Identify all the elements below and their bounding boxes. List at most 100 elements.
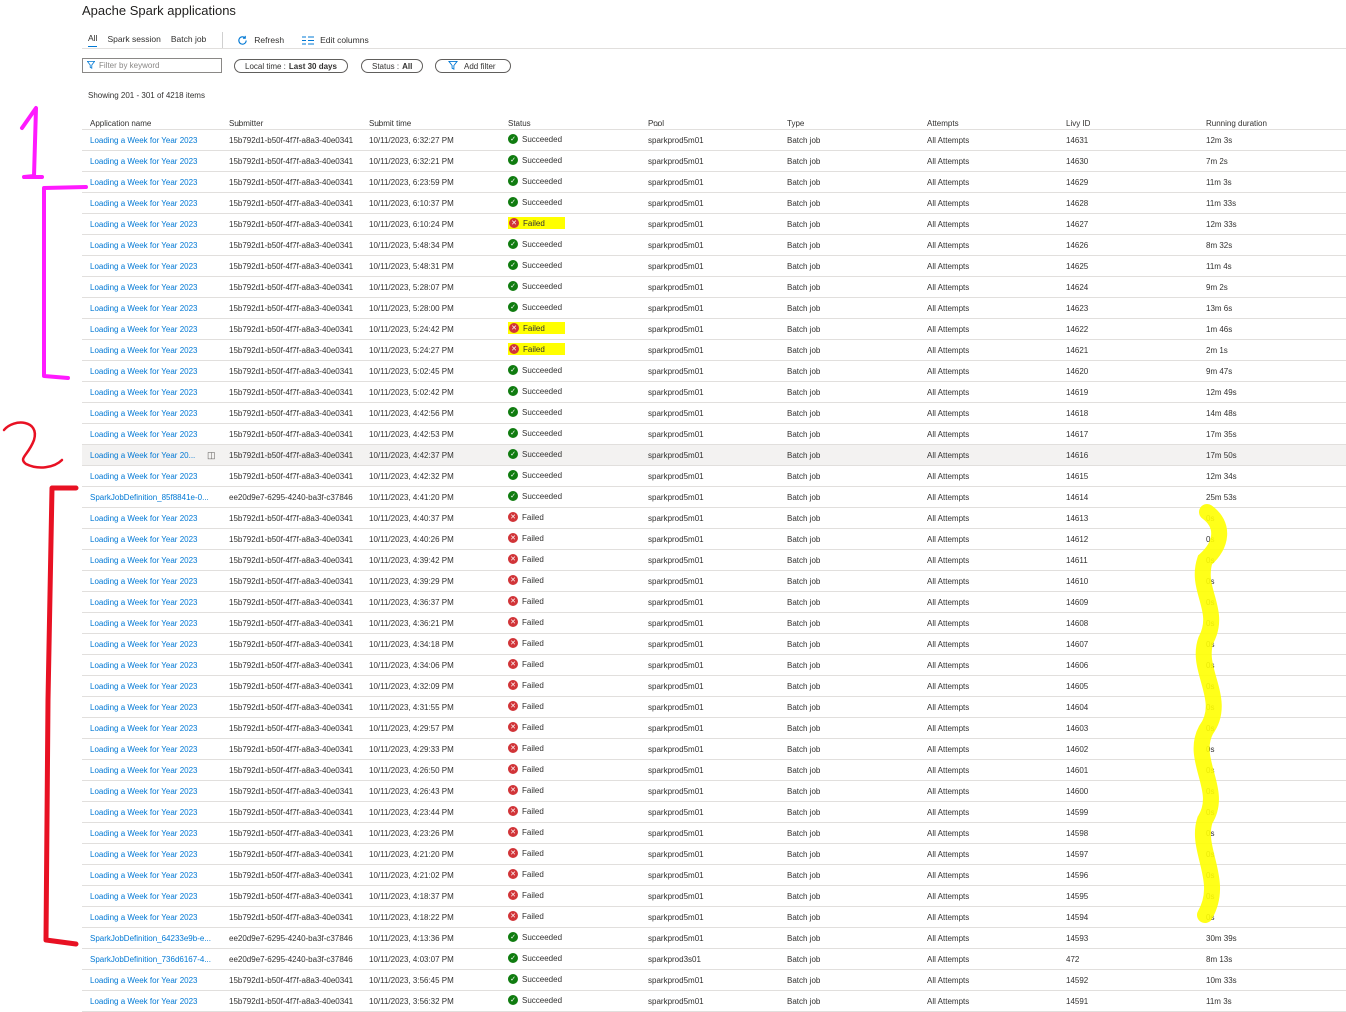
app-name-link[interactable]: Loading a Week for Year 2023 xyxy=(90,367,198,376)
table-row[interactable]: Loading a Week for Year 2023 15b792d1-b50… xyxy=(82,529,1346,550)
status-pill[interactable]: Status : All xyxy=(361,59,424,73)
table-row[interactable]: Loading a Week for Year 2023 15b792d1-b50… xyxy=(82,130,1346,151)
app-name-link[interactable]: Loading a Week for Year 2023 xyxy=(90,262,198,271)
table-row[interactable]: Loading a Week for Year 2023 15b792d1-b50… xyxy=(82,235,1346,256)
tab-spark-session[interactable]: Spark session xyxy=(107,34,160,47)
table-row[interactable]: Loading a Week for Year 2023 15b792d1-b50… xyxy=(82,424,1346,445)
app-name-link[interactable]: Loading a Week for Year 2023 xyxy=(90,472,198,481)
app-name-link[interactable]: Loading a Week for Year 2023 xyxy=(90,892,198,901)
success-icon: ✓ xyxy=(508,470,518,480)
app-name-link[interactable]: Loading a Week for Year 2023 xyxy=(90,577,198,586)
table-row[interactable]: Loading a Week for Year 2023 15b792d1-b50… xyxy=(82,403,1346,424)
tab-batch-job[interactable]: Batch job xyxy=(171,34,206,47)
table-row[interactable]: Loading a Week for Year 2023 15b792d1-b50… xyxy=(82,865,1346,886)
app-name-link[interactable]: Loading a Week for Year 2023 xyxy=(90,829,198,838)
refresh-button[interactable]: Refresh xyxy=(237,35,284,46)
app-name-link[interactable]: Loading a Week for Year 2023 xyxy=(90,409,198,418)
app-name-link[interactable]: Loading a Week for Year 2023 xyxy=(90,283,198,292)
table-row[interactable]: SparkJobDefinition_64233e9b-e... ee20d9e7… xyxy=(82,928,1346,949)
app-name-link[interactable]: Loading a Week for Year 2023 xyxy=(90,724,198,733)
table-row[interactable]: Loading a Week for Year 2023 15b792d1-b50… xyxy=(82,613,1346,634)
app-name-link[interactable]: Loading a Week for Year 2023 xyxy=(90,703,198,712)
table-row[interactable]: Loading a Week for Year 2023 15b792d1-b50… xyxy=(82,172,1346,193)
table-row[interactable]: Loading a Week for Year 2023 15b792d1-b50… xyxy=(82,655,1346,676)
app-name-link[interactable]: Loading a Week for Year 20... xyxy=(90,451,195,460)
app-name-link[interactable]: Loading a Week for Year 2023 xyxy=(90,598,198,607)
table-row[interactable]: Loading a Week for Year 2023 15b792d1-b50… xyxy=(82,676,1346,697)
table-row[interactable]: Loading a Week for Year 2023 15b792d1-b50… xyxy=(82,823,1346,844)
app-name-link[interactable]: SparkJobDefinition_736d6167-4... xyxy=(90,955,211,964)
app-name-link[interactable]: Loading a Week for Year 2023 xyxy=(90,766,198,775)
filter-placeholder: Filter by keyword xyxy=(99,61,160,70)
table-row[interactable]: Loading a Week for Year 2023 15b792d1-b50… xyxy=(82,361,1346,382)
table-row[interactable]: Loading a Week for Year 2023 15b792d1-b50… xyxy=(82,466,1346,487)
table-row[interactable]: Loading a Week for Year 2023 15b792d1-b50… xyxy=(82,382,1346,403)
table-row[interactable]: Loading a Week for Year 2023 15b792d1-b50… xyxy=(82,508,1346,529)
table-row[interactable]: Loading a Week for Year 2023 15b792d1-b50… xyxy=(82,718,1346,739)
open-panel-icon[interactable]: ◫ xyxy=(207,450,216,461)
filter-input[interactable]: Filter by keyword xyxy=(82,58,222,73)
app-name-link[interactable]: Loading a Week for Year 2023 xyxy=(90,535,198,544)
app-name-link[interactable]: Loading a Week for Year 2023 xyxy=(90,325,198,334)
app-name-link[interactable]: Loading a Week for Year 2023 xyxy=(90,220,198,229)
table-row[interactable]: Loading a Week for Year 2023 15b792d1-b50… xyxy=(82,781,1346,802)
app-name-link[interactable]: Loading a Week for Year 2023 xyxy=(90,976,198,985)
app-name-link[interactable]: Loading a Week for Year 2023 xyxy=(90,157,198,166)
add-filter-button[interactable]: Add filter xyxy=(435,59,511,73)
table-row[interactable]: Loading a Week for Year 2023 15b792d1-b50… xyxy=(82,886,1346,907)
app-name-link[interactable]: Loading a Week for Year 2023 xyxy=(90,241,198,250)
table-row[interactable]: Loading a Week for Year 2023 15b792d1-b50… xyxy=(82,340,1346,361)
app-name-link[interactable]: Loading a Week for Year 2023 xyxy=(90,787,198,796)
pool-cell: sparkprod5m01 xyxy=(648,346,704,355)
table-row[interactable]: Loading a Week for Year 2023 15b792d1-b50… xyxy=(82,193,1346,214)
app-name-link[interactable]: Loading a Week for Year 2023 xyxy=(90,661,198,670)
table-row[interactable]: SparkJobDefinition_736d6167-4... ee20d9e7… xyxy=(82,949,1346,970)
table-row[interactable]: Loading a Week for Year 2023 15b792d1-b50… xyxy=(82,319,1346,340)
table-row[interactable]: Loading a Week for Year 2023 15b792d1-b50… xyxy=(82,760,1346,781)
app-name-link[interactable]: Loading a Week for Year 2023 xyxy=(90,388,198,397)
table-row[interactable]: Loading a Week for Year 2023 15b792d1-b50… xyxy=(82,550,1346,571)
app-name-link[interactable]: Loading a Week for Year 2023 xyxy=(90,745,198,754)
table-row[interactable]: Loading a Week for Year 2023 15b792d1-b50… xyxy=(82,634,1346,655)
app-name-link[interactable]: SparkJobDefinition_85f8841e-0... xyxy=(90,493,209,502)
table-row[interactable]: Loading a Week for Year 2023 15b792d1-b50… xyxy=(82,844,1346,865)
app-name-link[interactable]: SparkJobDefinition_64233e9b-e... xyxy=(90,934,211,943)
local-time-pill[interactable]: Local time : Last 30 days xyxy=(234,59,348,73)
edit-columns-button[interactable]: Edit columns xyxy=(302,35,369,45)
table-row[interactable]: Loading a Week for Year 2023 15b792d1-b50… xyxy=(82,571,1346,592)
table-row[interactable]: Loading a Week for Year 2023 15b792d1-b50… xyxy=(82,970,1346,991)
app-name-link[interactable]: Loading a Week for Year 2023 xyxy=(90,682,198,691)
table-row[interactable]: Loading a Week for Year 2023 15b792d1-b50… xyxy=(82,256,1346,277)
table-row[interactable]: Loading a Week for Year 2023 15b792d1-b50… xyxy=(82,214,1346,235)
table-row[interactable]: Loading a Week for Year 2023 15b792d1-b50… xyxy=(82,802,1346,823)
submitter-cell: 15b792d1-b50f-4f7f-a8a3-40e0341 xyxy=(229,808,354,817)
table-row[interactable]: Loading a Week for Year 20... 15b792d1-b5… xyxy=(82,445,1346,466)
app-name-link[interactable]: Loading a Week for Year 2023 xyxy=(90,850,198,859)
local-time-label: Local time : xyxy=(245,61,286,71)
app-name-link[interactable]: Loading a Week for Year 2023 xyxy=(90,199,198,208)
table-row[interactable]: SparkJobDefinition_85f8841e-0... ee20d9e7… xyxy=(82,487,1346,508)
app-name-link[interactable]: Loading a Week for Year 2023 xyxy=(90,808,198,817)
table-row[interactable]: Loading a Week for Year 2023 15b792d1-b50… xyxy=(82,151,1346,172)
table-row[interactable]: Loading a Week for Year 2023 15b792d1-b50… xyxy=(82,277,1346,298)
app-name-link[interactable]: Loading a Week for Year 2023 xyxy=(90,304,198,313)
table-row[interactable]: Loading a Week for Year 2023 15b792d1-b50… xyxy=(82,991,1346,1012)
app-name-link[interactable]: Loading a Week for Year 2023 xyxy=(90,997,198,1006)
app-name-link[interactable]: Loading a Week for Year 2023 xyxy=(90,136,198,145)
app-name-link[interactable]: Loading a Week for Year 2023 xyxy=(90,871,198,880)
table-row[interactable]: Loading a Week for Year 2023 15b792d1-b50… xyxy=(82,739,1346,760)
app-name-link[interactable]: Loading a Week for Year 2023 xyxy=(90,178,198,187)
tab-all[interactable]: All xyxy=(88,33,98,47)
table-row[interactable]: Loading a Week for Year 2023 15b792d1-b50… xyxy=(82,592,1346,613)
table-row[interactable]: Loading a Week for Year 2023 15b792d1-b50… xyxy=(82,697,1346,718)
app-name-link[interactable]: Loading a Week for Year 2023 xyxy=(90,514,198,523)
table-row[interactable]: Loading a Week for Year 2023 15b792d1-b50… xyxy=(82,298,1346,319)
app-name-link[interactable]: Loading a Week for Year 2023 xyxy=(90,640,198,649)
app-name-link[interactable]: Loading a Week for Year 2023 xyxy=(90,913,198,922)
table-row[interactable]: Loading a Week for Year 2023 15b792d1-b50… xyxy=(82,907,1346,928)
app-name-link[interactable]: Loading a Week for Year 2023 xyxy=(90,430,198,439)
submit-time-cell: 10/11/2023, 4:03:07 PM xyxy=(369,955,454,964)
app-name-link[interactable]: Loading a Week for Year 2023 xyxy=(90,619,198,628)
app-name-link[interactable]: Loading a Week for Year 2023 xyxy=(90,556,198,565)
app-name-link[interactable]: Loading a Week for Year 2023 xyxy=(90,346,198,355)
